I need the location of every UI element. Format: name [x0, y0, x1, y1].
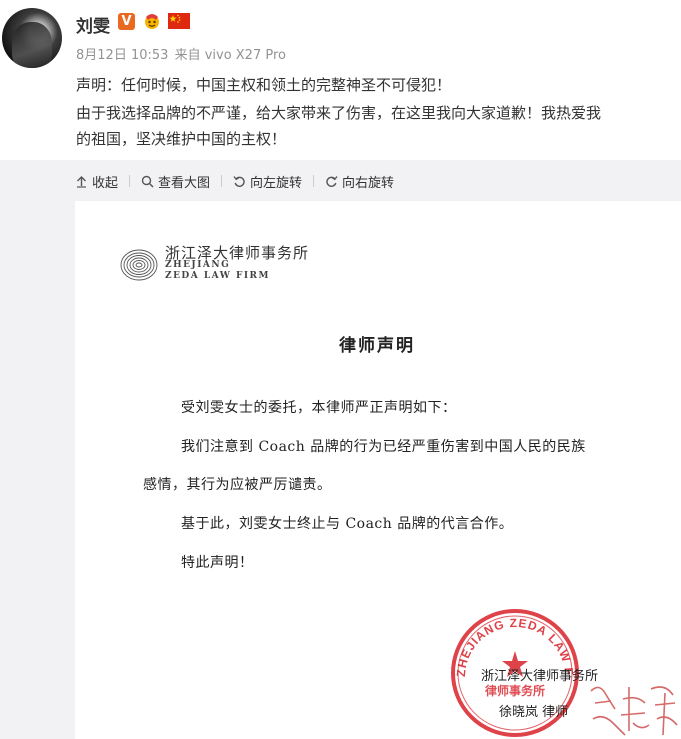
- image-toolbar: 收起 查看大图 向左旋转 向右旋转: [75, 170, 394, 192]
- fingerprint-logo-icon: [120, 249, 158, 281]
- avatar[interactable]: [2, 8, 62, 68]
- firm-name-en-1: ZHEJIANG: [165, 260, 231, 270]
- post-time[interactable]: 8月12日 10:53: [76, 48, 168, 63]
- document-title: 律师声明: [339, 336, 415, 356]
- search-icon: [141, 175, 154, 188]
- post-line-1: 声明：任何时候，中国主权和领土的完整神圣不可侵犯！: [76, 76, 452, 94]
- toolbar-divider: [313, 175, 315, 187]
- collapse-button[interactable]: 收起: [75, 172, 118, 191]
- rotate-right-icon: [326, 175, 338, 187]
- toolbar-divider: [129, 175, 131, 187]
- fan-emoji-icon: [145, 14, 159, 29]
- verified-badge-icon: V: [118, 13, 135, 30]
- collapse-label: 收起: [92, 175, 119, 191]
- post-meta: 8月12日 10:53 来自 vivo X27 Pro: [76, 44, 286, 63]
- document-para-2a: 我们注意到 Coach 品牌的行为已经严重伤害到中国人民的民族: [181, 439, 586, 455]
- document-para-4: 特此声明！: [181, 555, 254, 571]
- seal-inner-text: 律师事务所: [485, 683, 545, 698]
- document-para-1: 受刘雯女士的委托，本律师严正声明如下：: [181, 400, 457, 416]
- document-para-3: 基于此，刘雯女士终止与 Coach 品牌的代言合作。: [181, 516, 514, 532]
- rotate-left-icon: [233, 175, 245, 187]
- post-line-3: 的祖国，坚决维护中国的主权！: [76, 130, 287, 148]
- signature-firm: 浙江泽大律师事务所: [481, 669, 599, 684]
- rotate-left-button[interactable]: 向左旋转: [233, 172, 302, 191]
- post-source: 来自 vivo X27 Pro: [174, 48, 286, 63]
- china-flag-icon: [168, 13, 190, 29]
- statement-image[interactable]: 浙江泽大律师事务所 ZHEJIANG ZEDA LAW FIRM 律师声明 受刘…: [75, 201, 681, 739]
- rotate-right-button[interactable]: 向右旋转: [325, 172, 394, 191]
- post-text: 声明：任何时候，中国主权和领土的完整神圣不可侵犯！ 由于我选择品牌的不严谨，给大…: [76, 72, 681, 152]
- rotate-right-label: 向右旋转: [342, 175, 395, 191]
- document-para-2b: 感情，其行为应被严厉谴责。: [143, 477, 332, 493]
- view-large-label: 查看大图: [158, 175, 211, 191]
- toolbar-divider: [221, 175, 223, 187]
- collapse-icon: [77, 175, 86, 188]
- post-line-2: 由于我选择品牌的不严谨，给大家带来了伤害，在这里我向大家道歉！我热爱我: [76, 104, 602, 122]
- username[interactable]: 刘雯: [76, 12, 110, 37]
- view-large-button[interactable]: 查看大图: [141, 172, 210, 191]
- rotate-left-label: 向左旋转: [250, 175, 303, 191]
- signature-lawyer: 徐晓岚 律师: [499, 705, 569, 720]
- handwritten-signature: [590, 686, 678, 736]
- firm-name-en-2: ZEDA LAW FIRM: [165, 271, 270, 281]
